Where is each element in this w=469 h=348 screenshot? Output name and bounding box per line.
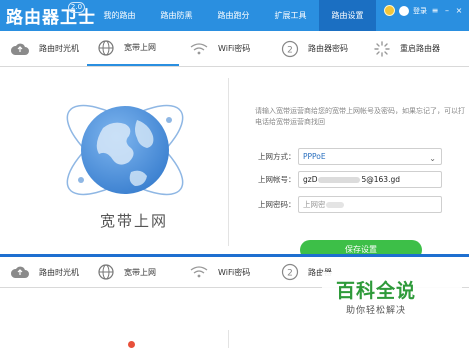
cloud-icon — [10, 43, 29, 55]
vertical-divider — [228, 330, 229, 348]
watermark-subtitle: 助你轻松解决 — [345, 306, 406, 316]
restart-icon — [374, 40, 390, 57]
redacted-mask — [325, 202, 344, 208]
account-suffix: 5@163.gd — [361, 175, 400, 184]
globe-icon — [98, 39, 114, 56]
tab-router-time-machine[interactable]: 路由时光机 — [0, 257, 87, 287]
nav-router-antihack[interactable]: 路由防黑 — [148, 0, 205, 31]
watermark: 百科全说 助你轻松解决 — [322, 272, 462, 342]
tab-label: WiFi密码 — [218, 267, 251, 277]
account-row: 上网帐号： gzD 5@163.gd — [258, 171, 442, 188]
vertical-divider — [228, 78, 229, 246]
version-badge: 2.0 — [68, 2, 85, 13]
tab-label: 路由时光机 — [39, 44, 79, 53]
connection-type-value: PPPoE — [303, 152, 326, 161]
connection-type-select[interactable]: PPPoE ⌄ — [298, 148, 442, 165]
tab-label: 宽带上网 — [124, 43, 156, 52]
menu-icon[interactable]: ≡ — [431, 6, 439, 15]
redacted-mask — [318, 177, 361, 183]
key-icon: 2 — [281, 40, 299, 57]
connection-type-row: 上网方式： PPPoE ⌄ — [258, 148, 442, 165]
broadband-caption: 宽带上网 — [100, 212, 169, 230]
tab-broadband[interactable]: 宽带上网 — [87, 257, 179, 287]
minimize-icon[interactable]: – — [443, 6, 451, 15]
login-link[interactable]: 登录 — [413, 6, 427, 16]
tab-router-password[interactable]: 2 路由器密码 — [271, 31, 363, 66]
chevron-down-icon: ⌄ — [429, 154, 436, 163]
settings-tabs: 路由时光机 宽带上网 WiFi密码 2 路由器密码 重启路由器 — [0, 31, 469, 67]
tab-broadband[interactable]: 宽带上网 — [87, 31, 179, 66]
tab-label: 路由器密码 — [308, 44, 348, 53]
svg-text:2: 2 — [287, 269, 293, 279]
password-label: 上网密码： — [258, 200, 296, 209]
password-input[interactable]: 上网密 — [298, 196, 442, 213]
broadband-hint: 请输入宽带运营商给您的宽带上网帐号及密码，如果忘记了，可以打电话给宽带运营商找回 — [255, 107, 465, 126]
globe-icon — [98, 264, 114, 280]
password-value: 上网密 — [303, 200, 326, 209]
tab-label: WiFi密码 — [218, 44, 251, 53]
wifi-icon — [190, 42, 208, 54]
account-input[interactable]: gzD 5@163.gd — [298, 171, 442, 188]
tab-router-time-machine[interactable]: 路由时光机 — [0, 31, 87, 66]
account-label: 上网帐号： — [258, 175, 296, 184]
password-row: 上网密码： 上网密 — [258, 196, 442, 213]
broadband-panel: 宽带上网 请输入宽带运营商给您的宽带上网帐号及密码，如果忘记了，可以打电话给宽带… — [0, 68, 469, 260]
wifi-icon — [190, 266, 208, 278]
tab-wifi-password[interactable]: WiFi密码 — [179, 31, 271, 66]
broadband-globe-illustration — [55, 80, 195, 220]
tab-label: 路由时光机 — [39, 267, 79, 277]
cloud-icon — [10, 266, 29, 278]
status-dot-icon — [128, 341, 135, 348]
nav-router-benchmark[interactable]: 路由跑分 — [205, 0, 262, 31]
watermark-title: 百科全说 — [335, 280, 416, 302]
globe-icon — [66, 104, 184, 196]
top-nav-bar: 路由器卫士 2.0 我的路由 路由防黑 路由跑分 扩展工具 路由设置 登录 ≡ … — [0, 0, 469, 31]
nav-my-router[interactable]: 我的路由 — [91, 0, 148, 31]
nav-extension-tools[interactable]: 扩展工具 — [262, 0, 319, 31]
svg-text:2: 2 — [287, 45, 293, 55]
tab-label: 重启路由器 — [400, 44, 440, 53]
tab-wifi-password[interactable]: WiFi密码 — [179, 257, 271, 287]
key-icon: 2 — [281, 263, 299, 281]
close-icon[interactable]: × — [455, 6, 463, 15]
nav-router-settings[interactable]: 路由设置 — [319, 0, 376, 31]
account-prefix: gzD — [303, 175, 318, 184]
main-nav: 我的路由 路由防黑 路由跑分 扩展工具 路由设置 — [91, 0, 376, 31]
header-right: 登录 ≡ – × — [384, 5, 463, 16]
user-avatar-icon[interactable] — [399, 5, 409, 16]
connection-type-label: 上网方式： — [258, 152, 296, 161]
tab-restart-router[interactable]: 重启路由器 — [363, 31, 469, 66]
coin-icon[interactable] — [384, 5, 395, 16]
tab-label: 宽带上网 — [124, 267, 156, 277]
